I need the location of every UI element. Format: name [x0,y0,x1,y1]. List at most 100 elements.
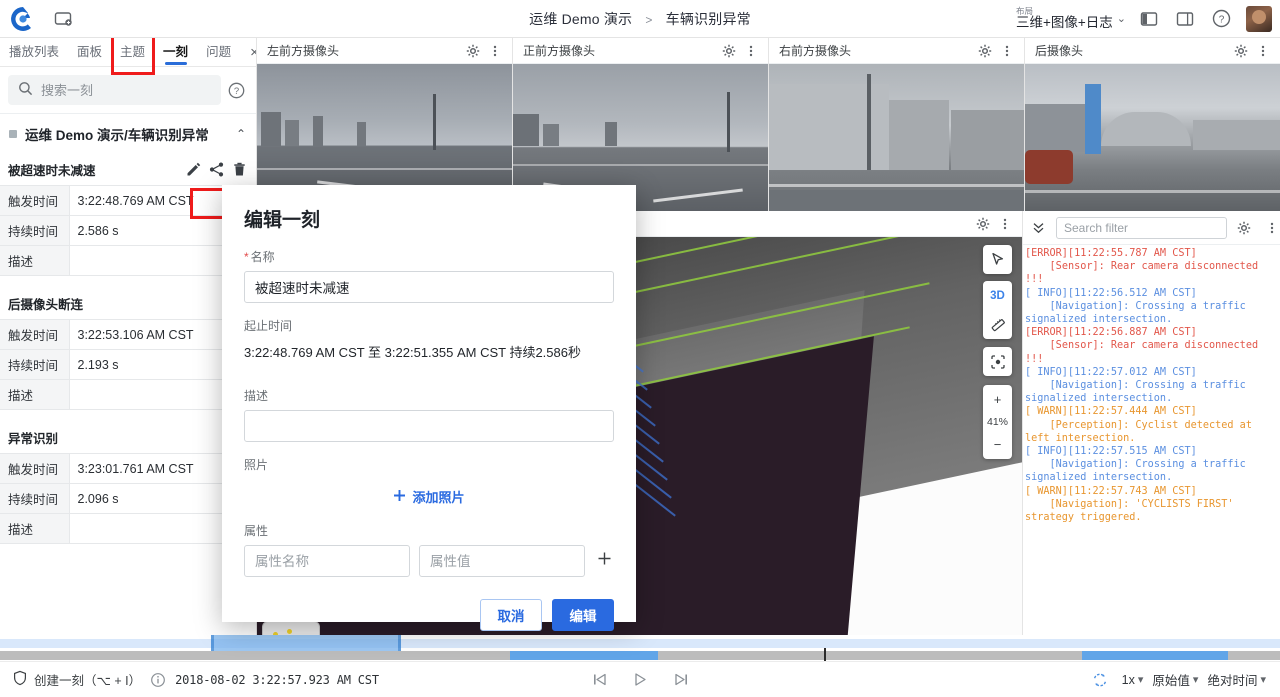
user-avatar[interactable] [1246,5,1272,32]
loop-icon[interactable] [1091,671,1109,689]
attribute-name-input[interactable] [244,545,410,577]
row-key-trigger: 触发时间 [0,453,70,484]
cancel-button[interactable]: 取消 [480,599,542,631]
viewport-cursor-control [983,245,1012,274]
new-tab-icon[interactable] [46,9,80,29]
timeline[interactable] [0,635,1280,662]
moment-group-header[interactable]: 运维 Demo 演示/车辆识别异常 ⌃ [0,113,256,154]
log-panel: [ERROR][11:22:55.787 AM CST] [Sensor]: R… [1022,211,1280,635]
more-vertical-icon[interactable] [1261,221,1280,235]
log-list[interactable]: [ERROR][11:22:55.787 AM CST] [Sensor]: R… [1023,245,1280,635]
gear-icon[interactable] [462,44,484,58]
recenter-icon[interactable] [983,347,1012,376]
skip-next-icon[interactable] [672,670,691,689]
table-row: 触发时间 3:22:53.106 AM CST [0,319,256,350]
more-vertical-icon[interactable] [994,217,1016,231]
timeline-playhead[interactable] [824,648,826,662]
moment-header: 被超速时未减速 [0,154,256,185]
time-mode-dropdown[interactable]: 绝对时间 ▾ [1205,668,1268,691]
layout-selector[interactable]: 布局 三维+图像+日志 ⌄ [1012,7,1130,30]
row-key-description: 描述 [0,513,70,544]
gear-icon[interactable] [718,44,740,58]
more-vertical-icon[interactable] [484,44,506,58]
zoom-level-label: 41% [986,416,1008,428]
attributes-field-label: 属性 [244,524,269,538]
bottom-bar-left: 创建一刻（⌥ + I） 2018-08-02 3:22:57.923 AM CS… [12,670,379,689]
help-circle-icon[interactable]: ? [1204,2,1238,36]
description-input[interactable] [244,410,614,442]
timeline-selection[interactable] [211,635,401,652]
row-key-description: 描述 [0,379,70,410]
table-row: 描述 [0,379,256,410]
info-icon[interactable] [150,672,166,688]
row-key-trigger: 触发时间 [0,319,70,350]
gear-icon[interactable] [1233,221,1255,235]
moment-table: 触发时间 3:22:48.769 AM CST 持续时间 2.586 s 描述 [0,185,256,276]
gear-icon[interactable] [974,44,996,58]
sidebar-tab-moments[interactable]: 一刻 [154,38,197,67]
moment-item: 后摄像头断连 触发时间 3:22:53.106 AM CST 持续时间 2.19… [0,288,256,416]
ruler-icon[interactable] [983,310,1012,339]
viewport-zoom-control: + 41% − [983,385,1012,459]
add-photo-button[interactable]: 添加照片 [244,479,614,512]
close-panel-icon[interactable]: × [240,44,256,61]
more-vertical-icon[interactable] [740,44,762,58]
breadcrumb-current[interactable]: 车辆识别异常 [666,11,751,27]
left-sidebar: 播放列表 面板 主题 一刻 问题 × ? 运维 Demo 演示/车辆识别异常 ⌃ [0,38,257,635]
more-vertical-icon[interactable] [996,44,1018,58]
table-row: 描述 [0,513,256,544]
delete-icon[interactable] [231,161,248,178]
sidebar-tab-panel[interactable]: 面板 [68,38,111,67]
search-help-icon[interactable]: ? [227,81,246,100]
share-icon[interactable] [208,161,225,178]
moment-name: 被超速时未减速 [8,164,96,178]
add-photo-label: 添加照片 [412,490,465,505]
value-mode-dropdown[interactable]: 原始值 ▾ [1150,668,1200,691]
zoom-out-button[interactable]: − [983,430,1012,459]
search-box[interactable] [8,75,221,105]
moment-name: 后摄像头断连 [8,298,84,312]
log-entry: [ERROR][11:22:55.787 AM CST] [Sensor]: R… [1025,248,1259,286]
attribute-value-input[interactable] [419,545,585,577]
dialog-title: 编辑一刻 [244,210,321,231]
add-attribute-button[interactable] [594,551,614,571]
edit-icon[interactable] [185,161,202,178]
search-icon [18,81,33,99]
confirm-button[interactable]: 编辑 [552,599,614,631]
timeline-track-upper[interactable] [0,639,1280,648]
description-field-label: 描述 [244,389,269,403]
more-vertical-icon[interactable] [1252,44,1274,58]
sidebar-tab-topic[interactable]: 主题 [111,38,154,67]
sidebar-tab-playlist[interactable]: 播放列表 [0,38,68,67]
log-filter-input[interactable] [1056,216,1227,239]
log-panel-header [1023,211,1280,245]
search-input[interactable] [41,82,211,98]
table-row: 触发时间 3:23:01.761 AM CST [0,453,256,484]
name-input[interactable] [244,271,614,303]
cursor-arrow-icon[interactable] [983,245,1012,274]
name-field-label: * 名称 [244,248,614,265]
timeline-segment[interactable] [510,651,658,660]
left-panel-icon[interactable] [1132,2,1166,36]
app-logo[interactable] [0,6,46,32]
create-moment-button[interactable]: 创建一刻（⌥ + I） [12,670,141,689]
log-entry: [ERROR][11:22:56.887 AM CST] [Sensor]: R… [1025,327,1259,365]
breadcrumb-root[interactable]: 运维 Demo 演示 [529,11,632,27]
skip-previous-icon[interactable] [590,670,609,689]
play-icon[interactable] [631,670,650,689]
camera-title: 后摄像头 [1035,44,1084,58]
expand-all-icon[interactable] [1027,220,1050,235]
gear-icon[interactable] [972,217,994,231]
moment-header: 异常识别 [0,422,256,453]
gear-icon[interactable] [1230,44,1252,58]
chevron-up-icon[interactable]: ⌃ [236,127,246,141]
zoom-in-button[interactable]: + [983,385,1012,414]
sidebar-tab-issues[interactable]: 问题 [197,38,240,67]
right-panel-icon[interactable] [1168,2,1202,36]
bottom-bar-right: 1x ▾ 原始值 ▾ 绝对时间 ▾ [1091,668,1268,691]
timeline-segment[interactable] [1082,651,1228,660]
playback-speed-dropdown[interactable]: 1x ▾ [1120,671,1146,689]
breadcrumb-separator: > [645,12,653,27]
chevron-down-icon: ⌄ [1116,13,1126,25]
mode-3d-button[interactable]: 3D [983,281,1012,310]
